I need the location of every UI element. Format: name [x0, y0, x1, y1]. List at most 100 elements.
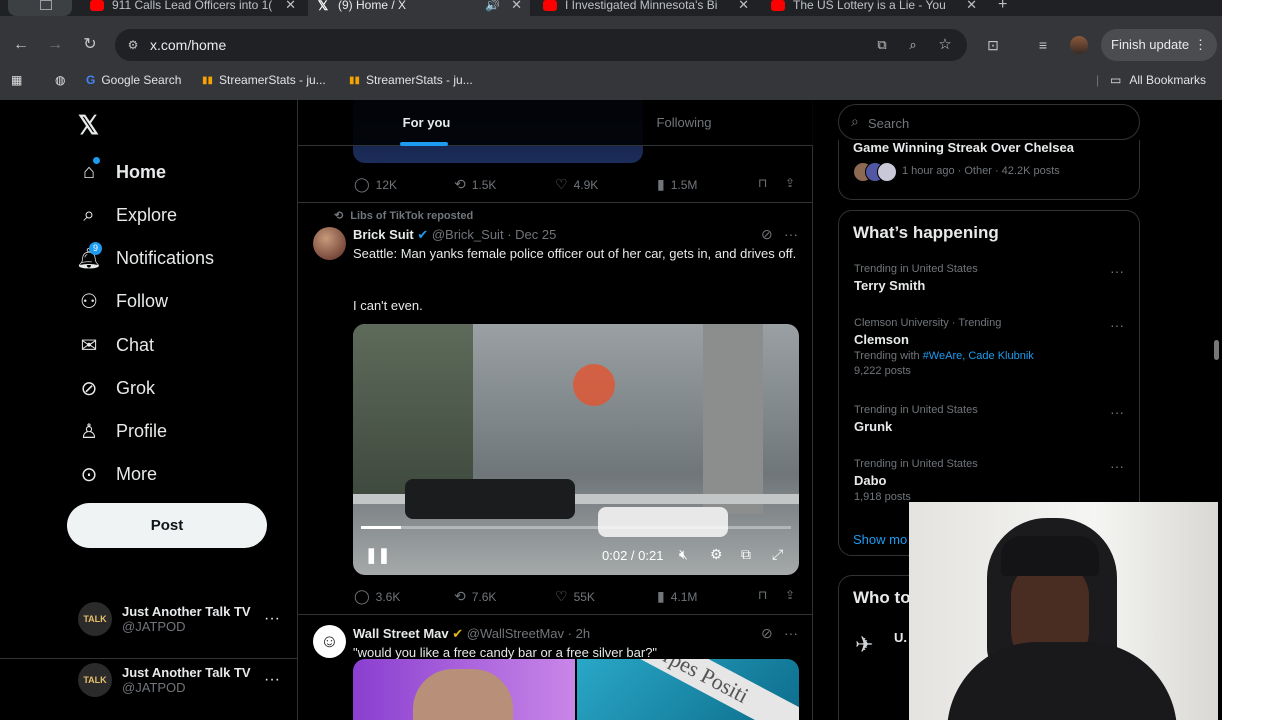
repost-icon: ⟲ — [454, 588, 466, 604]
close-icon[interactable]: ✕ — [285, 0, 296, 13]
nav-follow[interactable]: ⚇ Follow — [76, 288, 168, 314]
avatar[interactable] — [313, 227, 346, 260]
account-switcher[interactable]: TALK Just Another Talk TV @JATPOD ··· — [78, 602, 280, 636]
follow-suggestion-name[interactable]: U. — [894, 630, 907, 645]
nav-grok[interactable]: ⊘ Grok — [76, 375, 155, 401]
nav-home[interactable]: ⌂ Home — [76, 157, 166, 185]
reply-button[interactable]: ◯ 12K — [354, 176, 397, 193]
mute-icon[interactable]: 🔇︎ — [679, 546, 688, 563]
bookmark-google-search[interactable]: G Google Search — [86, 73, 181, 87]
author-handle[interactable]: @WallStreetMav — [467, 626, 564, 641]
tab-x-home[interactable]: 𝕏 (9) Home / X 🔊 ✕ — [308, 0, 530, 16]
site-info-icon[interactable]: ⚙ — [123, 35, 143, 55]
video-player[interactable]: ❚❚ 0:02 / 0:21 🔇︎ ⚙ ⧉ ⤢ — [353, 324, 799, 575]
back-icon[interactable]: ← — [11, 35, 31, 55]
more-dots-icon[interactable]: ··· — [784, 625, 798, 641]
avatar[interactable]: ☺ — [313, 625, 346, 658]
search-icon: ⌕ — [851, 113, 859, 129]
trend-item[interactable]: Clemson University · Trending Clemson Tr… — [854, 317, 1124, 377]
media-control-icon[interactable]: ≡ — [1033, 35, 1053, 55]
pip-icon[interactable]: ⧉ — [741, 546, 751, 563]
trend-item[interactable]: Trending in United States Dabo 1,918 pos… — [854, 458, 1124, 503]
settings-icon[interactable]: ⚙ — [710, 546, 723, 563]
more-dots-icon[interactable]: ··· — [784, 226, 798, 242]
nav-profile[interactable]: ♙ Profile — [76, 418, 167, 444]
speaker-icon[interactable]: 🔊 — [485, 0, 500, 12]
post-image-right[interactable]: rpes Positi — [577, 659, 799, 720]
more-dots-icon[interactable]: ··· — [1110, 263, 1124, 279]
lens-icon[interactable]: ⊡ — [983, 35, 1003, 55]
bookmark-label: Google Search — [101, 73, 182, 87]
post-button[interactable]: Post — [67, 503, 267, 548]
more-dots-icon[interactable]: ··· — [264, 671, 280, 689]
profile-avatar-icon[interactable] — [1070, 36, 1088, 54]
post-date[interactable]: Dec 25 — [515, 227, 556, 242]
video-progress-track[interactable] — [361, 526, 791, 529]
more-dots-icon[interactable]: ··· — [1110, 458, 1124, 474]
trending-with-tags[interactable]: #WeAre, Cade Klubnik — [923, 350, 1034, 362]
zoom-icon[interactable]: ⌕ — [903, 35, 923, 55]
share-icon[interactable]: ⇪ — [785, 176, 795, 190]
repost-button[interactable]: ⟲ 7.6K — [454, 588, 496, 605]
cast-icon[interactable]: ⧉ — [872, 35, 892, 55]
author-name[interactable]: Brick Suit — [353, 227, 414, 242]
tab-minnesota[interactable]: I Investigated Minnesota's Bi ✕ — [535, 0, 757, 16]
search-input[interactable]: ⌕ Search — [838, 104, 1140, 140]
grok-icon[interactable]: ⊘ — [761, 625, 773, 642]
more-dots-icon[interactable]: ··· — [1110, 404, 1124, 420]
tab-following[interactable]: Following — [555, 100, 813, 146]
fullscreen-icon[interactable]: ⤢ — [772, 546, 783, 563]
tab-911-calls[interactable]: 911 Calls Lead Officers into 1( ✕ — [82, 0, 304, 16]
show-more-link[interactable]: Show mo — [853, 532, 907, 547]
nav-more[interactable]: ⊙ More — [76, 461, 157, 487]
post-image-left[interactable] — [353, 659, 575, 720]
forward-icon[interactable]: → — [45, 35, 65, 55]
account-switcher-duplicate[interactable]: TALK Just Another Talk TV @JATPOD ··· — [78, 663, 280, 697]
bookmark-icon[interactable]: ⊓ — [758, 176, 767, 190]
reload-icon[interactable]: ↻ — [80, 35, 100, 55]
nav-chat[interactable]: ✉ Chat — [76, 332, 154, 358]
pause-icon[interactable]: ❚❚ — [365, 546, 390, 564]
finish-update-button[interactable]: Finish update ⋮ — [1101, 29, 1217, 61]
views-button[interactable]: ▮ 1.5M — [657, 176, 697, 193]
like-count: 4.9K — [573, 177, 599, 192]
close-icon[interactable]: ✕ — [738, 0, 749, 13]
trend-item[interactable]: Trending in United States Terry Smith ··… — [854, 263, 1124, 293]
bookmark-star-icon[interactable]: ☆ — [935, 35, 955, 55]
views-button[interactable]: ▮ 4.1M — [657, 588, 697, 605]
address-bar[interactable]: ⚙ x.com/home ⧉ ⌕ ☆ — [115, 29, 967, 61]
bookmark-icon[interactable]: ⊓ — [758, 588, 767, 602]
tab-title: 911 Calls Lead Officers into 1( — [112, 0, 272, 12]
bookmark-streamerstats-2[interactable]: ▮▮ StreamerStats - ju... — [349, 73, 473, 87]
globe-icon[interactable]: ◍ — [55, 73, 65, 87]
nav-explore[interactable]: ⌕ Explore — [76, 202, 177, 228]
apps-grid-icon[interactable]: ▦ — [11, 73, 22, 87]
reply-button[interactable]: ◯ 3.6K — [354, 588, 400, 605]
tab-lottery[interactable]: The US Lottery is a Lie - You ✕ — [763, 0, 985, 16]
close-icon[interactable]: ✕ — [966, 0, 977, 13]
all-bookmarks[interactable]: ▭ All Bookmarks — [1110, 73, 1206, 87]
repost-context[interactable]: ⟲ Libs of TikTok reposted — [334, 209, 473, 222]
author-name[interactable]: Wall Street Mav — [353, 626, 449, 641]
new-tab-button[interactable]: + — [990, 0, 1020, 16]
nav-notifications[interactable]: 🔔︎ Notifications 9 — [76, 242, 214, 271]
like-button[interactable]: ♡ 4.9K — [555, 176, 598, 193]
scrollbar-thumb[interactable] — [1214, 340, 1219, 360]
grok-icon: ⊘ — [80, 377, 98, 400]
more-dots-icon[interactable]: ··· — [264, 610, 280, 628]
trend-item[interactable]: Trending in United States Grunk ··· — [854, 404, 1124, 434]
views-icon: ▮ — [657, 176, 665, 192]
author-handle[interactable]: @Brick_Suit — [432, 227, 504, 242]
x-logo-icon[interactable]: 𝕏 — [78, 110, 99, 141]
pinned-tab[interactable] — [8, 0, 72, 16]
post-date[interactable]: 2h — [576, 626, 590, 641]
bookmark-streamerstats-1[interactable]: ▮▮ StreamerStats - ju... — [202, 73, 326, 87]
trending-event-card[interactable]: Game Winning Streak Over Chelsea 1 hour … — [838, 140, 1140, 200]
share-icon[interactable]: ⇪ — [785, 588, 795, 602]
close-icon[interactable]: ✕ — [511, 0, 522, 13]
repost-button[interactable]: ⟲ 1.5K — [454, 176, 496, 193]
tab-for-you[interactable]: For you — [298, 100, 555, 146]
like-button[interactable]: ♡ 55K — [555, 588, 595, 605]
more-dots-icon[interactable]: ··· — [1110, 317, 1124, 333]
grok-icon[interactable]: ⊘ — [761, 226, 773, 243]
